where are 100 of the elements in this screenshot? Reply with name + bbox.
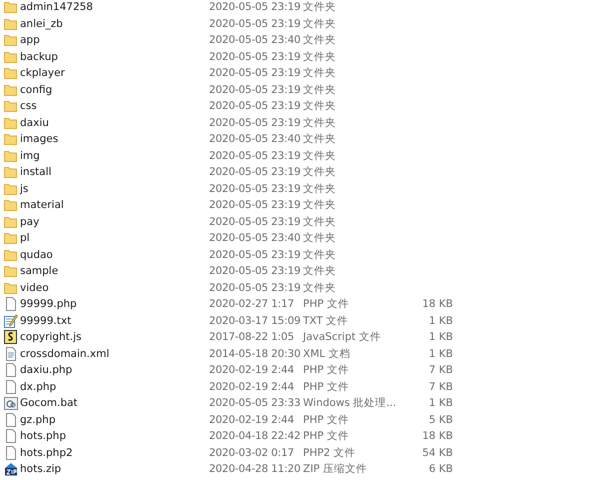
modified-date: 2020-02-19 2:44 (209, 414, 295, 426)
file-name[interactable]: js (20, 182, 209, 195)
modified-date: 2020-05-05 23:19 (209, 166, 302, 178)
file-name[interactable]: video (20, 282, 209, 294)
modified-date: 2020-02-27 1:17 (209, 298, 295, 310)
document-icon (4, 412, 16, 427)
file-type: XML 文档 (303, 346, 352, 361)
file-name[interactable]: img (20, 150, 209, 162)
xml-file-icon (4, 346, 16, 361)
modified-date: 2020-05-05 23:19 (209, 100, 302, 112)
file-name[interactable]: material (20, 199, 209, 212)
modified-date: 2020-02-19 2:44 (209, 364, 295, 376)
modified-date: 2020-05-05 23:19 (209, 216, 302, 228)
file-name[interactable]: copyright.js (20, 331, 209, 344)
file-type: 文件夹 (303, 50, 337, 64)
file-type: 文件夹 (303, 264, 337, 278)
modified-date: 2020-02-19 2:44 (209, 380, 295, 393)
folder-icon (4, 116, 17, 129)
file-type: 文件夹 (303, 280, 337, 295)
file-type: 文件夹 (303, 231, 337, 246)
file-name[interactable]: images (20, 133, 209, 146)
modified-date: 2020-05-05 23:19 (209, 199, 302, 212)
file-type: 文件夹 (303, 82, 337, 97)
file-name[interactable]: daxiu.php (20, 364, 209, 376)
modified-date: 2020-05-05 23:19 (209, 67, 302, 80)
file-name[interactable]: 99999.txt (20, 314, 209, 327)
file-name[interactable]: config (20, 84, 209, 96)
file-type: PHP 文件 (303, 412, 350, 427)
modified-date: 2014-05-18 20:30 (209, 348, 302, 360)
modified-date: 2020-05-05 23:19 (209, 84, 302, 96)
file-type: 文件夹 (303, 165, 337, 180)
file-name[interactable]: hots.zip (20, 463, 209, 476)
file-type: 文件夹 (303, 248, 337, 262)
folder-icon (4, 133, 17, 146)
modified-date: 2020-05-05 23:19 (209, 182, 302, 195)
file-type: Windows 批处理... (303, 396, 398, 410)
file-name[interactable]: pl (20, 232, 209, 244)
document-icon (4, 429, 16, 444)
document-icon (4, 363, 16, 378)
folder-icon (4, 282, 17, 294)
file-name[interactable]: backup (20, 50, 209, 63)
document-icon (4, 446, 16, 460)
file-size: 7 KB (428, 364, 453, 376)
file-name[interactable]: ckplayer (20, 67, 209, 80)
file-type: 文件夹 (303, 214, 337, 229)
file-name[interactable]: 99999.php (20, 298, 209, 310)
file-size: 54 KB (421, 446, 453, 459)
file-type: PHP2 文件 (303, 446, 357, 460)
file-name[interactable]: crossdomain.xml (20, 348, 209, 360)
file-name[interactable]: qudao (20, 248, 209, 261)
file-size: 1 KB (428, 331, 453, 344)
folder-icon (4, 50, 17, 63)
folder-icon (4, 265, 17, 278)
folder-icon (4, 199, 17, 212)
notepad-icon (4, 314, 18, 328)
folder-icon (4, 232, 17, 244)
modified-date: 2020-04-28 11:20 (209, 463, 302, 476)
folder-icon (4, 248, 17, 261)
file-name[interactable]: dx.php (20, 380, 209, 393)
folder-icon (4, 67, 17, 80)
file-name[interactable]: hots.php (20, 430, 209, 442)
file-name[interactable]: sample (20, 265, 209, 278)
file-name[interactable]: Gocom.bat (20, 397, 209, 410)
file-name[interactable]: css (20, 100, 209, 112)
file-type: 文件夹 (303, 33, 337, 48)
modified-date: 2020-05-05 23:33 (209, 397, 302, 410)
file-type: 文件夹 (303, 116, 337, 130)
file-type: PHP 文件 (303, 297, 350, 312)
file-type: PHP 文件 (303, 429, 350, 444)
file-name[interactable]: anlei_zb (20, 18, 209, 30)
file-name[interactable]: install (20, 166, 209, 178)
folder-icon (4, 216, 17, 228)
modified-date: 2020-05-05 23:19 (209, 150, 302, 162)
script-icon (4, 330, 17, 344)
folder-icon (4, 34, 17, 46)
file-size: 1 KB (428, 314, 453, 327)
file-size: 18 KB (421, 430, 453, 442)
file-name[interactable]: app (20, 34, 209, 46)
file-type: 文件夹 (303, 132, 337, 146)
file-type: 文件夹 (303, 66, 337, 80)
file-name[interactable]: pay (20, 216, 209, 228)
folder-icon (4, 84, 17, 96)
folder-icon (4, 18, 17, 30)
file-type: 文件夹 (303, 198, 337, 212)
file-name[interactable]: gz.php (20, 414, 209, 426)
folder-icon (4, 100, 17, 112)
modified-date: 2020-05-05 23:19 (209, 1, 302, 14)
file-size: 5 KB (428, 414, 453, 426)
document-icon (4, 297, 16, 312)
modified-date: 2017-08-22 1:05 (209, 331, 295, 344)
file-name[interactable]: daxiu (20, 116, 209, 129)
file-size: 7 KB (428, 380, 453, 393)
file-type: PHP 文件 (303, 363, 350, 378)
file-type: PHP 文件 (303, 380, 350, 394)
file-type: 文件夹 (303, 0, 337, 14)
modified-date: 2020-03-17 15:09 (209, 314, 302, 327)
file-type: JavaScript 文件 (303, 330, 382, 344)
file-name[interactable]: admin147258 (20, 1, 209, 14)
file-name[interactable]: hots.php2 (20, 446, 209, 459)
modified-date: 2020-05-05 23:19 (209, 248, 302, 261)
